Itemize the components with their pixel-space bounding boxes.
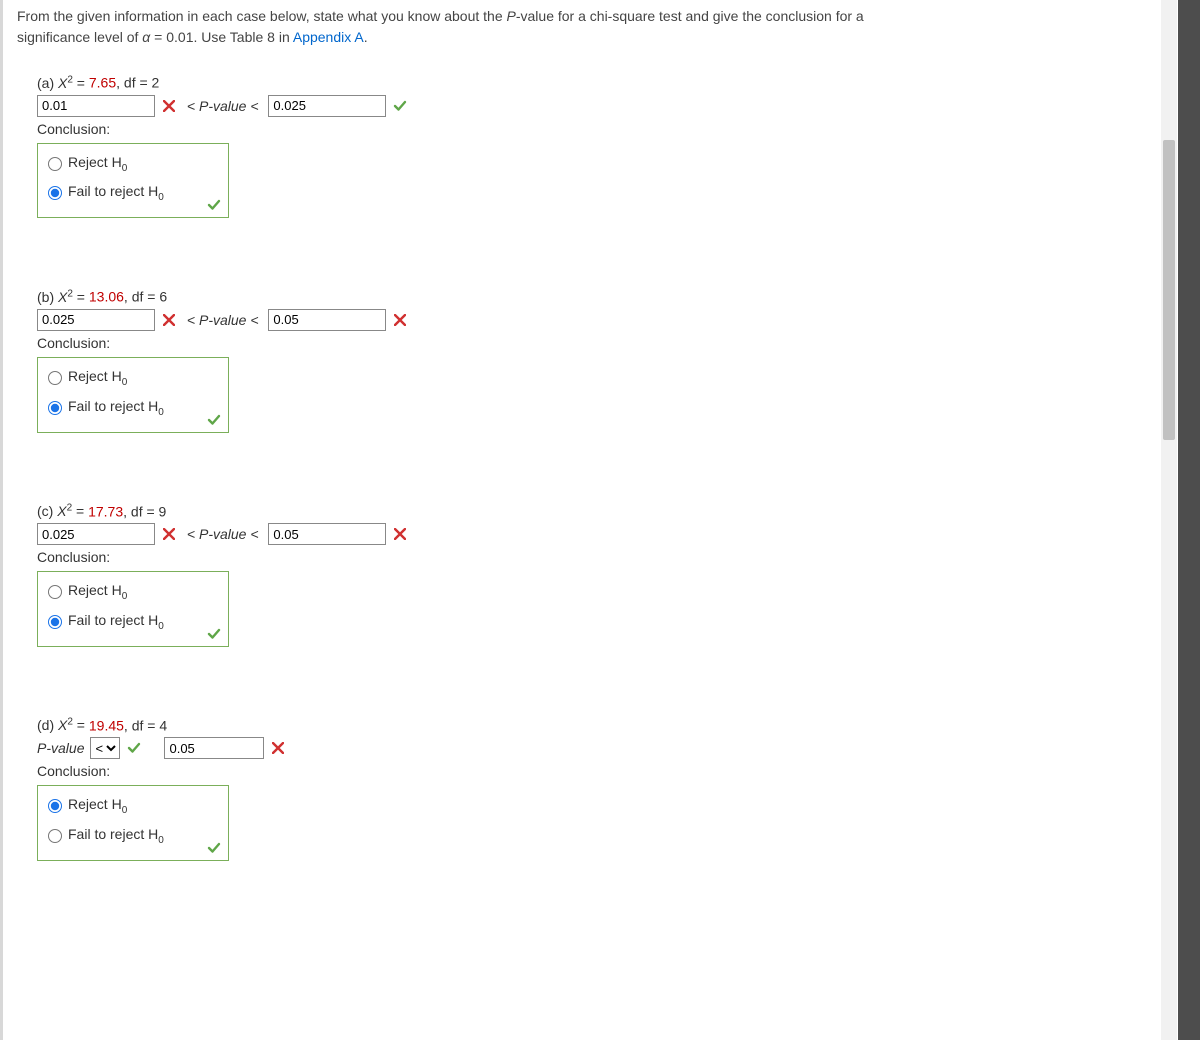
part-d-pvalue-row: P-value <	[37, 737, 1139, 759]
chi-stat: 19.45	[89, 717, 124, 733]
part-label: (a) X2 =	[37, 75, 89, 91]
conclusion-label: Conclusion:	[37, 335, 1139, 351]
reject-option[interactable]: Reject H0	[48, 796, 218, 816]
part-c-title: (c) X2 = 17.73, df = 9	[37, 503, 1139, 520]
x-icon	[161, 98, 177, 114]
pvalue-low-input[interactable]	[37, 309, 155, 331]
x-icon	[392, 312, 408, 328]
pvalue-high-input[interactable]	[268, 309, 386, 331]
part-b-title: (b) X2 = 13.06, df = 6	[37, 288, 1139, 305]
chi-stat: 7.65	[89, 75, 116, 91]
part-c-pvalue-row: < P-value <	[37, 523, 1139, 545]
pvalue-low-input[interactable]	[37, 95, 155, 117]
reject-radio[interactable]	[48, 585, 62, 599]
reject-radio[interactable]	[48, 371, 62, 385]
reject-label: Reject H0	[68, 796, 127, 816]
fail-reject-option[interactable]: Fail to reject H0	[48, 183, 218, 203]
df-text: , df = 9	[123, 503, 166, 519]
part-d: (d) X2 = 19.45, df = 4 P-value < Conclus…	[37, 717, 1139, 861]
reject-label: Reject H0	[68, 582, 127, 602]
intro-text: .	[364, 29, 368, 45]
df-text: , df = 2	[116, 75, 159, 91]
intro-text: significance level of	[17, 29, 142, 45]
check-icon	[206, 626, 222, 642]
fail-reject-option[interactable]: Fail to reject H0	[48, 398, 218, 418]
fail-reject-label: Fail to reject H0	[68, 398, 164, 418]
pvalue-low-input[interactable]	[37, 523, 155, 545]
pvalue-middle-text: < P-value <	[183, 526, 262, 542]
fail-reject-label: Fail to reject H0	[68, 612, 164, 632]
part-a-conclusion-box: Reject H0 Fail to reject H0	[37, 143, 229, 219]
part-d-conclusion-box: Reject H0 Fail to reject H0	[37, 785, 229, 861]
part-b-pvalue-row: < P-value <	[37, 309, 1139, 331]
question-content: From the given information in each case …	[0, 0, 1159, 1040]
chi-stat: 13.06	[89, 289, 124, 305]
conclusion-label: Conclusion:	[37, 549, 1139, 565]
part-label: (c) X2 =	[37, 503, 88, 519]
reject-radio[interactable]	[48, 157, 62, 171]
part-c: (c) X2 = 17.73, df = 9 < P-value < Concl…	[37, 503, 1139, 647]
pvalue-high-input[interactable]	[268, 523, 386, 545]
reject-option[interactable]: Reject H0	[48, 582, 218, 602]
df-text: , df = 4	[124, 717, 167, 733]
part-a-title: (a) X2 = 7.65, df = 2	[37, 74, 1139, 91]
scrollbar-track[interactable]	[1161, 0, 1177, 1040]
part-label: (d) X2 =	[37, 717, 89, 733]
part-b: (b) X2 = 13.06, df = 6 < P-value < Concl…	[37, 288, 1139, 432]
fail-reject-radio[interactable]	[48, 186, 62, 200]
reject-option[interactable]: Reject H0	[48, 368, 218, 388]
fail-reject-radio[interactable]	[48, 829, 62, 843]
part-c-conclusion-box: Reject H0 Fail to reject H0	[37, 571, 229, 647]
intro-P: P	[507, 8, 516, 24]
pvalue-relation-select[interactable]: <	[90, 737, 120, 759]
x-icon	[161, 312, 177, 328]
question-intro: From the given information in each case …	[17, 6, 1139, 48]
check-icon	[392, 98, 408, 114]
reject-label: Reject H0	[68, 154, 127, 174]
fail-reject-label: Fail to reject H0	[68, 826, 164, 846]
x-icon	[392, 526, 408, 542]
reject-option[interactable]: Reject H0	[48, 154, 218, 174]
part-a: (a) X2 = 7.65, df = 2 < P-value < Conclu…	[37, 74, 1139, 218]
pvalue-value-input[interactable]	[164, 737, 264, 759]
check-icon	[126, 740, 142, 756]
df-text: , df = 6	[124, 289, 167, 305]
chi-stat: 17.73	[88, 503, 123, 519]
pvalue-middle-text: < P-value <	[183, 312, 262, 328]
fail-reject-label: Fail to reject H0	[68, 183, 164, 203]
part-label: (b) X2 =	[37, 289, 89, 305]
reject-radio[interactable]	[48, 799, 62, 813]
fail-reject-radio[interactable]	[48, 401, 62, 415]
fail-reject-option[interactable]: Fail to reject H0	[48, 826, 218, 846]
check-icon	[206, 197, 222, 213]
conclusion-label: Conclusion:	[37, 763, 1139, 779]
pvalue-prefix-text: P-value	[37, 740, 84, 756]
part-d-title: (d) X2 = 19.45, df = 4	[37, 717, 1139, 734]
part-b-conclusion-box: Reject H0 Fail to reject H0	[37, 357, 229, 433]
fail-reject-radio[interactable]	[48, 615, 62, 629]
x-icon	[161, 526, 177, 542]
fail-reject-option[interactable]: Fail to reject H0	[48, 612, 218, 632]
page-right-edge	[1178, 0, 1200, 1040]
check-icon	[206, 412, 222, 428]
reject-label: Reject H0	[68, 368, 127, 388]
pvalue-high-input[interactable]	[268, 95, 386, 117]
intro-text: -value for a chi-square test and give th…	[516, 8, 864, 24]
check-icon	[206, 840, 222, 856]
intro-text: From the given information in each case …	[17, 8, 507, 24]
conclusion-label: Conclusion:	[37, 121, 1139, 137]
intro-text: = 0.01. Use Table 8 in	[150, 29, 293, 45]
part-a-pvalue-row: < P-value <	[37, 95, 1139, 117]
appendix-link[interactable]: Appendix A	[293, 29, 364, 45]
scrollbar-thumb[interactable]	[1163, 140, 1175, 440]
x-icon	[270, 740, 286, 756]
pvalue-middle-text: < P-value <	[183, 98, 262, 114]
